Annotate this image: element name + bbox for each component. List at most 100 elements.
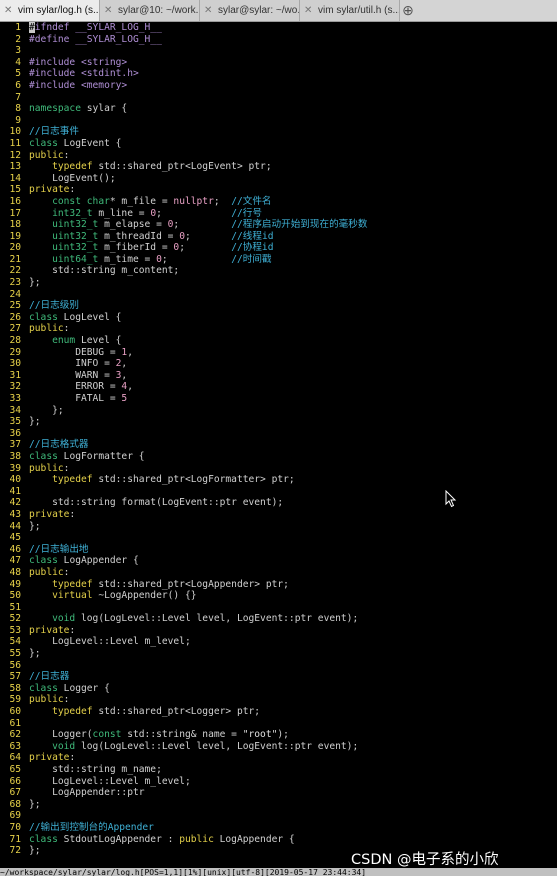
code-token: * m_file = — [109, 195, 174, 207]
close-tab-icon[interactable]: ✕ — [4, 0, 12, 21]
code-text: typedef std::shared_ptr<LogEvent> ptr; — [29, 161, 272, 172]
code-token: ERROR = — [29, 381, 122, 393]
code-token: log(LogLevel::Level level, LogEvent::ptr… — [75, 740, 359, 752]
code-token: ; — [173, 219, 232, 231]
line-number: 71 — [9, 833, 21, 845]
close-tab-icon[interactable]: ✕ — [304, 0, 312, 21]
code-token: }; — [29, 277, 41, 289]
code-token: }; — [29, 520, 41, 532]
code-token: std::shared_ptr<LogFormatter> ptr; — [92, 474, 295, 486]
code-token: typedef — [52, 474, 93, 486]
code-text: class Logger { — [29, 683, 110, 694]
code-line: 65 std::string m_name; — [0, 764, 557, 776]
line-number: 65 — [9, 764, 21, 775]
line-number: 10 — [9, 126, 21, 138]
code-token: LogEvent { — [57, 137, 122, 149]
code-line: 48 public: — [0, 567, 557, 579]
code-token: std::string m_content; — [29, 265, 180, 277]
code-token-rest: ifndef — [34, 22, 70, 33]
line-number: 36 — [9, 427, 21, 439]
code-token: LogAppender { — [213, 833, 295, 845]
code-token: Logger { — [57, 682, 110, 694]
code-text: //日志事件 — [29, 126, 79, 137]
code-token: private — [29, 508, 70, 520]
code-token: , — [127, 346, 133, 358]
code-line: 45 — [0, 532, 557, 544]
code-line: 41 — [0, 486, 557, 498]
code-token: const — [92, 729, 122, 741]
line-number: 53 — [9, 624, 21, 636]
code-text: }; — [29, 277, 41, 288]
close-tab-icon[interactable]: ✕ — [104, 0, 112, 21]
code-text: LogLevel::Level m_level; — [29, 776, 191, 787]
new-tab-icon[interactable]: ⊕ — [400, 0, 416, 21]
line-number: 3 — [15, 45, 21, 57]
code-text: typedef std::shared_ptr<LogAppender> ptr… — [29, 579, 289, 590]
code-token: #ifndef — [29, 22, 69, 33]
line-number: 58 — [9, 682, 21, 694]
code-text: public: — [29, 150, 69, 161]
line-number: 64 — [9, 752, 21, 764]
line-number: 8 — [15, 103, 21, 115]
code-token: INFO = — [29, 358, 116, 370]
line-number: 30 — [9, 358, 21, 370]
code-line: 34 }; — [0, 405, 557, 417]
tab-label: vim sylar/log.h (s... — [18, 5, 100, 16]
code-line: 64 private: — [0, 752, 557, 764]
code-token: int32_t — [52, 207, 93, 219]
tab-1[interactable]: ✕ vim sylar/log.h (s... — [0, 0, 100, 21]
line-number: 67 — [9, 787, 21, 799]
code-token: }; — [29, 416, 41, 428]
code-text: int32_t m_line = 0; //行号 — [29, 208, 262, 219]
code-text: #include <string> — [29, 57, 127, 68]
code-line: 42 std::string format(LogEvent::ptr even… — [0, 497, 557, 509]
line-number: 44 — [9, 520, 21, 532]
code-line: 9 — [0, 115, 557, 127]
code-token: m_elapse = — [98, 219, 168, 231]
code-token: std::shared_ptr<Logger> ptr; — [92, 706, 261, 718]
code-text: LogLevel::Level m_level; — [29, 636, 191, 647]
code-token: m_time = — [98, 253, 157, 265]
code-text: DEBUG = 1, — [29, 347, 133, 358]
code-token: public — [179, 833, 214, 845]
code-text: INFO = 2, — [29, 358, 127, 369]
code-token: __SYLAR_LOG_H__ — [75, 22, 162, 33]
code-token: typedef — [52, 706, 93, 718]
code-line: 22 std::string m_content; — [0, 265, 557, 277]
code-token: nullptr — [173, 195, 214, 207]
code-token: LogEvent(); — [29, 172, 116, 184]
code-token: WARN = — [29, 369, 116, 381]
code-text: }; — [29, 845, 41, 856]
code-line: 67 LogAppender::ptr — [0, 787, 557, 799]
code-token: public — [29, 149, 64, 161]
code-text: class StdoutLogAppender : public LogAppe… — [29, 834, 295, 845]
tab-3[interactable]: ✕ sylar@sylar: ~/wo... — [200, 0, 300, 21]
code-line: 53 private: — [0, 625, 557, 637]
code-line: 32 ERROR = 4, — [0, 381, 557, 393]
line-number: 21 — [9, 253, 21, 265]
code-line: 19 uint32_t m_threadId = 0; //线程id — [0, 231, 557, 243]
tab-4[interactable]: ✕ vim sylar/util.h (s... — [300, 0, 400, 21]
line-number: 33 — [9, 393, 21, 404]
code-line: 25 //日志级别 — [0, 300, 557, 312]
code-line: 14 LogEvent(); — [0, 173, 557, 185]
code-text: FATAL = 5 — [29, 393, 127, 404]
tab-2[interactable]: ✕ sylar@10: ~/work... — [100, 0, 200, 21]
code-token: : — [69, 752, 76, 764]
code-line: 12 public: — [0, 150, 557, 162]
line-number: 52 — [9, 613, 21, 625]
code-line: 26 class LogLevel { — [0, 312, 557, 324]
code-line: 29 DEBUG = 1, — [0, 347, 557, 359]
line-number: 70 — [9, 821, 21, 833]
code-line: 46 //日志输出地 — [0, 544, 557, 556]
code-token: public — [29, 462, 64, 474]
code-text: #include <stdint.h> — [29, 68, 139, 79]
code-line: 71 class StdoutLogAppender : public LogAp… — [0, 834, 557, 846]
code-text: //日志级别 — [29, 300, 79, 311]
code-editor[interactable]: 1 #ifndef __SYLAR_LOG_H__ 2 #define __SYLAR… — [0, 22, 557, 868]
code-token: class — [29, 311, 58, 323]
close-tab-icon[interactable]: ✕ — [204, 0, 212, 21]
